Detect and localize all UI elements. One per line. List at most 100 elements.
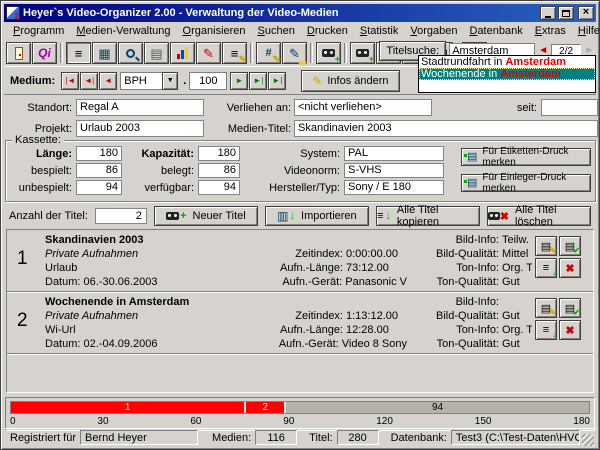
menu-datenbank[interactable]: Datenbank xyxy=(463,24,528,39)
edit-infos-button[interactable]: ✎Infos ändern xyxy=(301,70,399,92)
prev-medium-button[interactable]: ◄ xyxy=(99,72,117,90)
einleger-druck-button[interactable]: ▤Für Einleger-Druck merken xyxy=(461,174,591,192)
marker-button[interactable]: ✎ xyxy=(196,42,221,64)
minimize-icon xyxy=(545,16,551,18)
pencil-icon: ✎ xyxy=(549,309,556,317)
laenge-field[interactable]: 180 xyxy=(76,146,122,161)
tape-icon xyxy=(488,212,500,220)
title-type: Private Aufnahmen xyxy=(45,247,158,261)
stack-icon: ≡ xyxy=(543,262,549,274)
system-field[interactable]: PAL xyxy=(344,146,444,161)
resize-grip[interactable] xyxy=(582,434,594,446)
standort-label: Standort: xyxy=(12,102,72,114)
hersteller-field[interactable]: Sony / E 180 xyxy=(344,180,444,195)
exit-button[interactable] xyxy=(6,42,31,64)
next-group-button[interactable]: ►| xyxy=(249,72,267,90)
statistics-button[interactable] xyxy=(170,42,195,64)
app-window: Heyer`s Video-Organizer 2.00 - Verwaltun… xyxy=(0,0,600,450)
medium-number-input[interactable] xyxy=(189,72,227,90)
media-overview-button[interactable]: ≡ xyxy=(66,42,91,64)
unbespielt-label: unbespielt: xyxy=(14,182,72,194)
search-result-item[interactable]: Stadtrundfahrt in Amsterdam xyxy=(419,56,595,68)
title-copy-button[interactable]: ≡↓ xyxy=(535,320,557,340)
kapazitaet-field[interactable]: 180 xyxy=(198,146,240,161)
standort-field[interactable]: Regal A xyxy=(76,99,204,116)
stack-icon: ≡ xyxy=(543,324,549,336)
pencil-icon: ✎ xyxy=(312,74,322,88)
title-quality-info: Bild-Info: Bild-Qualität:Gut Ton-Info:Or… xyxy=(409,295,533,351)
first-medium-button[interactable]: |◄ xyxy=(61,72,79,90)
chevron-down-icon[interactable]: ▼ xyxy=(162,72,178,90)
print-button[interactable]: ▤ xyxy=(144,42,169,64)
anzahl-field: 2 xyxy=(95,208,147,224)
card-view-button[interactable]: ▦ xyxy=(92,42,117,64)
verfuegbar-field[interactable]: 94 xyxy=(198,180,240,195)
aufn-geraet-label: Aufn.-Gerät: xyxy=(235,275,342,289)
bespielt-field[interactable]: 86 xyxy=(76,163,122,178)
menu-hilfe[interactable]: Hilfe xyxy=(572,24,600,39)
notes-pencil-icon: ✎ xyxy=(238,55,246,64)
medium-label: Medium: xyxy=(10,75,55,87)
usage-bar: 1 2 94 xyxy=(10,401,590,414)
prev-group-button[interactable]: ◄| xyxy=(80,72,98,90)
title-copy-button[interactable]: ≡↓ xyxy=(535,258,557,278)
title-info-button[interactable]: ▤✎ xyxy=(535,298,557,318)
einleger-label: Für Einleger-Druck merken xyxy=(482,172,585,194)
ton-info-label: Ton-Info: xyxy=(409,261,499,275)
title-row[interactable]: 1 Skandinavien 2003 Private Aufnahmen Ur… xyxy=(7,230,593,292)
field-row-standort: Standort: Regal A Verliehen an: <nicht v… xyxy=(4,99,596,117)
title-bar[interactable]: Heyer`s Video-Organizer 2.00 - Verwaltun… xyxy=(4,4,596,22)
medien-titel-field[interactable]: Skandinavien 2003 xyxy=(294,120,598,137)
registered-label: Registriert für xyxy=(10,432,76,444)
menu-suchen[interactable]: Suchen xyxy=(252,24,301,39)
title-row[interactable]: 2 Wochenende in Amsterdam Private Aufnah… xyxy=(7,292,593,354)
close-button[interactable]: × xyxy=(578,6,594,20)
alle-titel-kopieren-button[interactable]: ≡↓Alle Titel kopieren xyxy=(376,206,480,226)
title-edit-button[interactable]: ▤✔ xyxy=(559,298,581,318)
menu-vorgaben[interactable]: Vorgaben xyxy=(404,24,463,39)
projekt-field[interactable]: Urlaub 2003 xyxy=(76,120,204,137)
next-medium-button[interactable]: ► xyxy=(230,72,248,90)
menu-organisieren[interactable]: Organisieren xyxy=(177,24,252,39)
x-icon: ✖ xyxy=(565,262,574,275)
neuer-titel-button[interactable]: +Neuer Titel xyxy=(154,206,258,226)
menu-drucken[interactable]: Drucken xyxy=(301,24,354,39)
title-info-button[interactable]: ▤✎ xyxy=(535,236,557,256)
belegt-field[interactable]: 86 xyxy=(198,163,240,178)
kassette-group: Kassette: Länge: 180 Kapazität: 180 Syst… xyxy=(5,140,596,202)
plus-icon: + xyxy=(369,55,374,64)
medium-code-combo[interactable]: BPH ▼ xyxy=(120,72,178,90)
alle-titel-loeschen-button[interactable]: ✖Alle Titel löschen xyxy=(487,206,591,226)
menu-statistik[interactable]: Statistik xyxy=(354,24,405,39)
menu-medien-verwaltung[interactable]: Medien-Verwaltung xyxy=(70,24,176,39)
verliehen-field[interactable]: <nicht verliehen> xyxy=(294,99,432,116)
minimize-button[interactable] xyxy=(540,6,556,20)
unbespielt-field[interactable]: 94 xyxy=(76,180,122,195)
title-delete-button[interactable]: ✖ xyxy=(559,320,581,340)
search-result-item-selected[interactable]: Wochenende in Amsterdam xyxy=(419,68,595,80)
menu-programm[interactable]: Programm xyxy=(7,24,70,39)
videonorm-field[interactable]: S-VHS xyxy=(344,163,444,178)
maximize-button[interactable] xyxy=(558,6,574,20)
etiketten-druck-button[interactable]: ▤Für Etiketten-Druck merken xyxy=(461,148,591,166)
highlight-button[interactable]: ✎▂ xyxy=(282,42,307,64)
number-icon: # xyxy=(265,48,271,59)
menu-extras[interactable]: Extras xyxy=(529,24,572,39)
importieren-button[interactable]: ▥↓Importieren xyxy=(265,206,369,226)
seit-field[interactable] xyxy=(541,99,598,116)
last-medium-button[interactable]: ►| xyxy=(268,72,286,90)
zeitindex-value: 1:13:12.00 xyxy=(346,309,398,323)
notes-button[interactable]: ≡✎ xyxy=(222,42,247,64)
title-edit-button[interactable]: ▤✔ xyxy=(559,236,581,256)
plus-icon: + xyxy=(180,210,186,222)
search-media-button[interactable] xyxy=(118,42,143,64)
title-delete-button[interactable]: ✖ xyxy=(559,258,581,278)
pencil-icon: ✎ xyxy=(549,247,556,255)
add-medium-button[interactable]: + xyxy=(316,42,341,64)
counter-edit-button[interactable]: #✎ xyxy=(256,42,281,64)
quickinfo-button[interactable]: Qi xyxy=(32,42,57,64)
copy-medium-button[interactable]: + xyxy=(350,42,375,64)
kapazitaet-label: Kapazität: xyxy=(128,148,194,160)
ton-qualitaet-label: Ton-Qualität: xyxy=(409,337,499,351)
copy-stack-icon: ≡ xyxy=(377,210,383,222)
